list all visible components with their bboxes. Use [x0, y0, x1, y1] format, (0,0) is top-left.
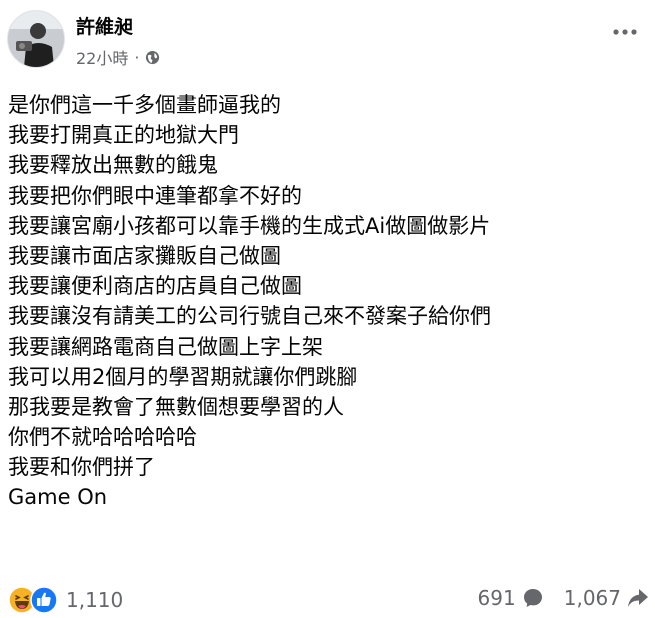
- post-line: 我可以用2個月的學習期就讓你們跳腳: [8, 364, 358, 389]
- post-line: 我要把你們眼中連筆都拿不好的: [8, 183, 302, 208]
- share-icon: [628, 589, 648, 607]
- share-count: 1,067: [563, 586, 621, 610]
- post-footer: 1,110 691 1,067: [0, 580, 655, 617]
- globe-icon: [145, 50, 160, 65]
- more-horizontal-icon: [613, 29, 637, 35]
- post-line: 我要和你們拼了: [8, 455, 155, 480]
- more-options-button[interactable]: [611, 22, 639, 42]
- post-meta: 22小時 ·: [76, 45, 160, 69]
- post-text: 是你們這一千多個畫師逼我的 我要打開真正的地獄大門 我要釋放出無數的餓鬼 我要把…: [8, 90, 628, 513]
- post-line: 我要讓宮廟小孩都可以靠手機的生成式Ai做圖做影片: [8, 213, 491, 238]
- post-line: 我要讓網路電商自己做圖上字上架: [8, 334, 323, 359]
- avatar-photo: [8, 11, 64, 67]
- post-line: 我要打開真正的地獄大門: [8, 123, 239, 148]
- post-line: Game On: [8, 485, 108, 510]
- reactions-summary[interactable]: 1,110: [8, 586, 123, 614]
- comment-icon: [523, 589, 542, 607]
- avatar[interactable]: [7, 10, 65, 68]
- post-line: 我要讓沒有請美工的公司行號自己來不發案子給你們: [8, 304, 491, 329]
- shares-link[interactable]: 1,067: [564, 586, 649, 610]
- post-line: 我要釋放出無數的餓鬼: [8, 153, 218, 178]
- like-icon: [30, 586, 58, 614]
- post-header: 許維昶 22小時 ·: [7, 8, 647, 70]
- reaction-count: 1,110: [66, 588, 124, 612]
- post-line: 我要讓便利商店的店員自己做圖: [8, 274, 302, 299]
- author-name[interactable]: 許維昶: [76, 12, 133, 39]
- engagement-stats: 691 1,067: [478, 586, 649, 610]
- comment-count: 691: [477, 586, 516, 610]
- post-line: 我要讓市面店家攤販自己做圖: [8, 243, 281, 268]
- post-line: 是你們這一千多個畫師逼我的: [8, 93, 281, 117]
- meta-separator: ·: [134, 47, 140, 67]
- post-line: 你們不就哈哈哈哈哈: [8, 425, 197, 450]
- comments-link[interactable]: 691: [478, 586, 544, 610]
- post-line: 那我要是教會了無數個想要學習的人: [8, 394, 344, 419]
- post-time[interactable]: 22小時: [76, 45, 128, 69]
